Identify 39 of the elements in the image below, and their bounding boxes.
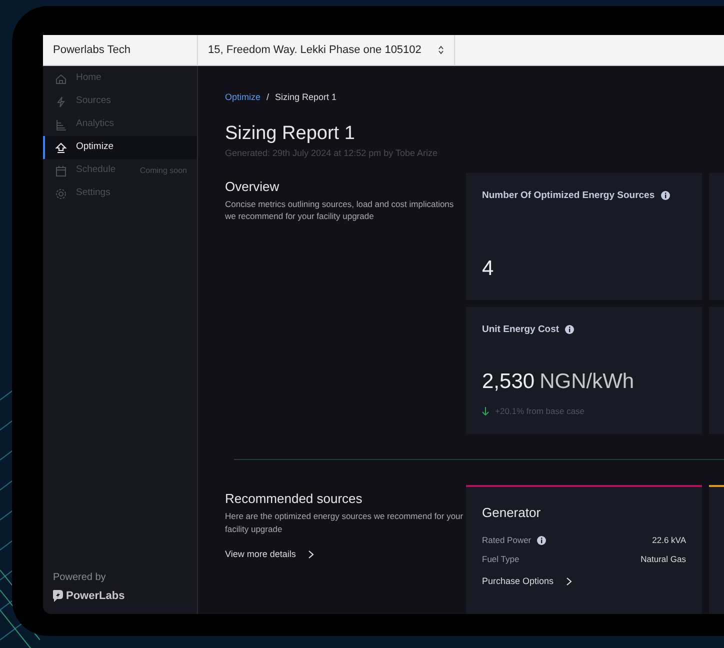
info-icon (565, 325, 574, 334)
breadcrumb-separator: / (266, 91, 270, 104)
page-title: Sizing Report 1 (225, 122, 356, 146)
metric-value: 2,530 (482, 368, 535, 395)
change-text: +20.1% from base case (495, 404, 585, 418)
spec-value: 22.6 kVA (652, 534, 686, 547)
spec-label: Fuel Type (482, 553, 520, 566)
metric-label: Number Of Optimized Energy Sources (482, 188, 655, 202)
chevron-right-icon (308, 550, 314, 560)
calendar-icon (55, 164, 67, 176)
location-select[interactable]: 15, Freedom Way. Lekki Phase one 105102 (198, 35, 455, 65)
gear-icon (55, 188, 67, 200)
bar-chart-icon (55, 118, 67, 130)
spec-value: Natural Gas (640, 553, 686, 566)
section-heading: Recommended sources (225, 490, 364, 508)
logo-icon (53, 590, 63, 602)
section-description: Here are the optimized energy sources we recommend for your facility upgrade (225, 510, 464, 536)
section-description: Concise metrics outlining sources, load and cost implications we recommend for your facility upgrade (225, 198, 455, 222)
source-name: Generator (482, 504, 542, 522)
page-subtitle: Generated: 29th July 2024 at 12:52 pm by Tobe Arize (225, 147, 438, 160)
purchase-options-link[interactable]: Purchase Options (482, 575, 572, 588)
metric-unit: NGN/kWh (540, 368, 634, 395)
section-heading: Overview (225, 178, 280, 196)
coming-soon-label: Coming soon (140, 164, 187, 176)
spec-label: Rated Power (482, 534, 532, 547)
chevron-right-icon (566, 577, 572, 586)
updown-chevron-icon (438, 45, 444, 55)
brand-name: PowerLabs (66, 588, 125, 604)
lightning-icon (55, 96, 67, 108)
breadcrumb-link[interactable]: Optimize (225, 91, 261, 105)
info-icon (660, 191, 670, 200)
breadcrumb-current: Sizing Report 1 (275, 91, 337, 104)
metric-label: Unit Energy Cost (482, 322, 560, 336)
sidebar-item[interactable]: Optimize (43, 136, 197, 159)
view-details-link[interactable]: View more details (225, 548, 314, 562)
home-icon (55, 72, 67, 84)
powered-by-label: Powered by (53, 570, 107, 584)
company-name: Powerlabs Tech (43, 35, 198, 65)
metric-value: 4 (482, 256, 494, 282)
